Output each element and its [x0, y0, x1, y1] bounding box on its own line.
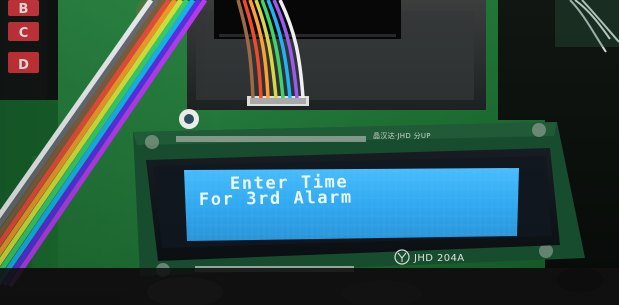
photo-scene: B C D	[0, 0, 619, 305]
header-connector-inner	[250, 98, 306, 104]
lcd-model-label: JHD 204A	[413, 253, 464, 264]
foreground-object-edge	[556, 268, 604, 292]
lcd-module: 晶汉达·JHD 分UP Enter Time For 3rd Alarm JHD…	[133, 122, 585, 277]
mount-hole-top-right	[532, 123, 546, 137]
lcd-top-silkscreen: 晶汉达·JHD 分UP	[373, 131, 431, 140]
right-wire-bundle	[555, 0, 619, 53]
mount-hole-top-left	[145, 135, 159, 149]
right-wire-shadow	[555, 0, 619, 47]
lcd-top-pins	[176, 136, 366, 142]
foreground-shadow	[0, 268, 619, 305]
lcd-top-pin-row	[176, 136, 366, 142]
lcd-line-2: For 3rd Alarm	[199, 188, 353, 210]
mount-hole-bottom-right	[539, 244, 553, 258]
photo-svg: B C D	[0, 0, 619, 305]
